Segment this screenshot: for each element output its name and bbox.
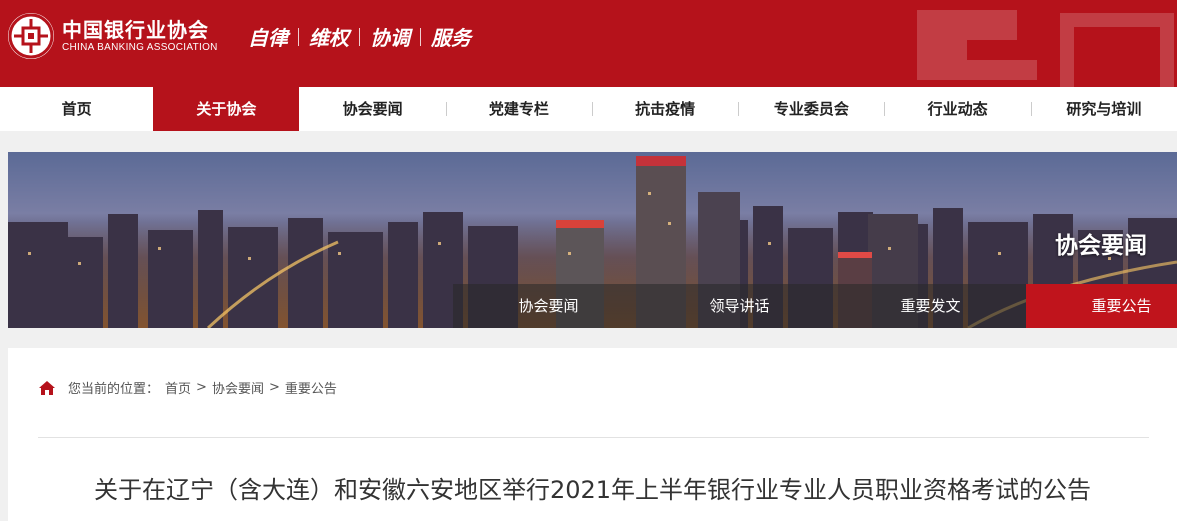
breadcrumb-separator: > — [268, 380, 280, 395]
slogan-item: 自律 — [248, 26, 288, 50]
subnav-item-announcements[interactable]: 重要公告 — [1026, 284, 1177, 328]
nav-item-industry[interactable]: 行业动态 — [884, 87, 1030, 131]
breadcrumb: 您当前的位置： 首页 > 协会要闻 > 重要公告 — [38, 378, 337, 397]
section-subnav: 协会要闻 领导讲话 重要发文 重要公告 — [453, 284, 1177, 328]
slogan-divider — [359, 27, 360, 46]
breadcrumb-news[interactable]: 协会要闻 — [212, 378, 264, 397]
content-panel: 您当前的位置： 首页 > 协会要闻 > 重要公告 关于在辽宁（含大连）和安徽六安… — [8, 348, 1177, 521]
nav-item-party[interactable]: 党建专栏 — [445, 87, 592, 131]
breadcrumb-home[interactable]: 首页 — [165, 378, 191, 397]
slogan-divider — [420, 27, 421, 46]
slogan-divider — [298, 27, 299, 46]
subnav-item-speeches[interactable]: 领导讲话 — [644, 284, 835, 328]
nav-item-news[interactable]: 协会要闻 — [299, 87, 445, 131]
slogan-item: 维权 — [309, 26, 349, 50]
home-icon — [39, 380, 55, 395]
article-title: 关于在辽宁（含大连）和安徽六安地区举行2021年上半年银行业专业人员职业资格考试… — [93, 476, 1092, 504]
header-decoration — [917, 10, 1174, 87]
subnav-item-news[interactable]: 协会要闻 — [453, 284, 644, 328]
nav-item-home[interactable]: 首页 — [0, 87, 153, 131]
slogan-item: 服务 — [431, 26, 471, 50]
logo-coin-icon[interactable] — [8, 13, 54, 59]
breadcrumb-announcements[interactable]: 重要公告 — [285, 378, 337, 397]
breadcrumb-separator: > — [196, 380, 207, 395]
logo-name-en[interactable]: CHINA BANKING ASSOCIATION — [62, 42, 218, 53]
slogan: 自律 维权 协调 服务 — [248, 22, 471, 51]
site-header: 中国银行业协会 CHINA BANKING ASSOCIATION 自律 维权 … — [0, 0, 1177, 87]
banner-title: 协会要闻 — [1055, 233, 1147, 259]
breadcrumb-prefix: 您当前的位置： — [68, 382, 160, 397]
logo-name-cn[interactable]: 中国银行业协会 — [62, 14, 209, 43]
nav-item-about[interactable]: 关于协会 — [153, 87, 300, 131]
nav-item-epidemic[interactable]: 抗击疫情 — [591, 87, 738, 131]
main-nav: 首页 关于协会 协会要闻 党建专栏 抗击疫情 专业委员会 行业动态 研究与培训 — [0, 87, 1177, 131]
nav-item-research[interactable]: 研究与培训 — [1030, 87, 1177, 131]
slogan-item: 协调 — [370, 26, 410, 50]
divider — [38, 437, 1149, 438]
subnav-item-documents[interactable]: 重要发文 — [835, 284, 1026, 328]
nav-item-committees[interactable]: 专业委员会 — [738, 87, 884, 131]
